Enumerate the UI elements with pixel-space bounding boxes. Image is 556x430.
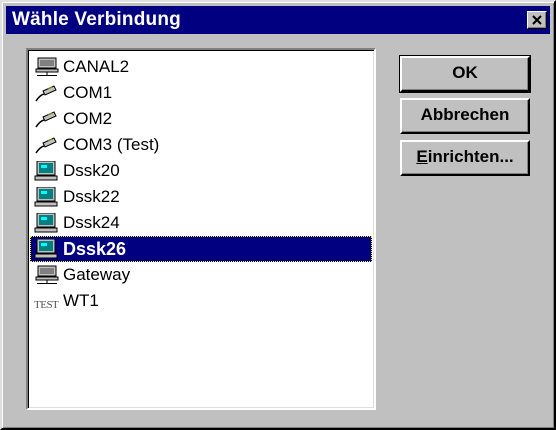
- workstation-icon: [34, 213, 58, 233]
- list-item-label: CANAL2: [63, 57, 130, 76]
- list-item-label: Dssk20: [63, 161, 120, 180]
- serial-cable-icon: [35, 111, 57, 128]
- setup-button-mnemonic: E: [416, 147, 428, 166]
- dialog-window: Wähle Verbindung CANAL2 COM1 COM2 COM3 (…: [0, 0, 556, 430]
- list-item-label: COM2: [63, 109, 113, 128]
- cancel-button[interactable]: Abbrechen: [400, 98, 530, 134]
- test-icon: TEST: [34, 299, 59, 311]
- ok-button-label: OK: [452, 63, 478, 82]
- list-item-canal2[interactable]: CANAL2: [30, 54, 372, 80]
- connection-list[interactable]: CANAL2 COM1 COM2 COM3 (Test) Dssk20 Dssk…: [26, 48, 376, 410]
- list-item-dssk24[interactable]: Dssk24: [30, 210, 372, 236]
- network-computer-icon: [35, 57, 59, 76]
- cancel-button-label: Abbrechen: [420, 105, 510, 124]
- list-item-wt1[interactable]: TEST WT1: [30, 288, 372, 314]
- workstation-icon: [34, 239, 58, 259]
- list-item-dssk20[interactable]: Dssk20: [30, 158, 372, 184]
- title-bar[interactable]: Wähle Verbindung: [6, 6, 550, 34]
- serial-cable-icon: [35, 85, 57, 102]
- list-item-dssk26[interactable]: Dssk26: [30, 236, 372, 262]
- list-item-label: Dssk26: [63, 239, 127, 259]
- list-item-label: Gateway: [63, 265, 131, 284]
- ok-button[interactable]: OK: [399, 55, 531, 93]
- list-item-gateway[interactable]: Gateway: [30, 262, 372, 288]
- close-icon: [532, 15, 542, 25]
- list-item-label: Dssk24: [63, 213, 120, 232]
- close-button[interactable]: [527, 11, 547, 29]
- workstation-icon: [34, 187, 58, 207]
- window-title: Wähle Verbindung: [12, 9, 181, 30]
- list-item-label: COM1: [63, 83, 113, 102]
- workstation-icon: [34, 161, 58, 181]
- network-computer-icon: [35, 265, 59, 284]
- list-item-dssk22[interactable]: Dssk22: [30, 184, 372, 210]
- list-item-label: Dssk22: [63, 187, 120, 206]
- list-item-com3[interactable]: COM3 (Test): [30, 132, 372, 158]
- list-item-label: WT1: [63, 291, 99, 310]
- list-item-com1[interactable]: COM1: [30, 80, 372, 106]
- setup-button-label: inrichten...: [427, 147, 514, 166]
- list-item-label: COM3 (Test): [63, 135, 160, 154]
- serial-cable-icon: [35, 137, 57, 154]
- list-item-com2[interactable]: COM2: [30, 106, 372, 132]
- setup-button[interactable]: Einrichten...: [400, 140, 530, 176]
